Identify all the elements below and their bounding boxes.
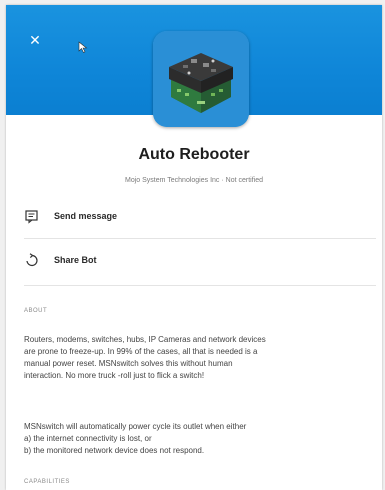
about-line: are prone to freeze-up. In 99% of the ca… (24, 347, 258, 356)
share-bot-label: Share Bot (54, 255, 97, 265)
about-header: ABOUT (24, 308, 48, 314)
divider (24, 238, 376, 239)
publisher-line: Mojo System Technologies Inc · Not certi… (125, 177, 263, 184)
bot-profile-window: ✕ Auto Rebooter Mojo System Technologies… (6, 5, 382, 490)
send-message-button[interactable]: Send message (24, 201, 376, 231)
bot-name: Auto Rebooter (138, 146, 250, 163)
share-bot-button[interactable]: Share Bot (24, 245, 376, 275)
about-paragraph-1: Routers, modems, switches, hubs, IP Came… (24, 334, 376, 382)
about-line: b) the monitored network device does not… (24, 446, 205, 455)
send-message-label: Send message (54, 211, 118, 221)
about-line: interaction. No more truck -roll just to… (24, 371, 205, 380)
bot-avatar-icon (153, 31, 249, 127)
share-icon (26, 253, 38, 267)
about-line: Routers, modems, switches, hubs, IP Came… (24, 335, 266, 344)
mouse-cursor-icon (78, 41, 88, 53)
capabilities-header: CAPABILITIES (24, 479, 70, 485)
divider (24, 285, 376, 286)
about-paragraph-2: MSNswitch will automatically power cycle… (24, 421, 376, 457)
message-icon (25, 210, 38, 224)
close-icon[interactable]: ✕ (28, 33, 42, 47)
about-line: manual power reset. MSNswitch solves thi… (24, 359, 233, 368)
about-line: a) the internet connectivity is lost, or (24, 434, 152, 443)
about-line: MSNswitch will automatically power cycle… (24, 422, 247, 431)
